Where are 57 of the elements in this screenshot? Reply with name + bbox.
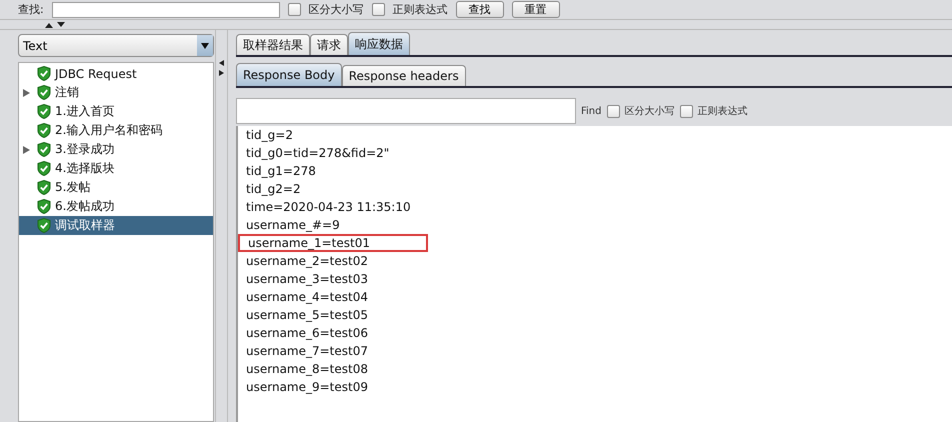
expand-icon[interactable] bbox=[23, 146, 30, 154]
response-line: username_9=test09 bbox=[245, 379, 368, 396]
collapse-arrows-icon[interactable] bbox=[219, 60, 224, 76]
tree-item[interactable]: 1.进入首页 bbox=[19, 102, 213, 121]
checkbox-label: 区分大小写 bbox=[624, 104, 674, 118]
tab[interactable]: 取样器结果 bbox=[236, 34, 310, 55]
search-label: 查找: bbox=[18, 2, 44, 17]
tab[interactable]: 请求 bbox=[310, 34, 348, 55]
response-line: username_#=9 bbox=[245, 217, 340, 234]
tree-item[interactable]: 4.选择版块 bbox=[19, 159, 213, 178]
response-line: tid_g=2 bbox=[245, 127, 293, 144]
tree-item[interactable]: 2.输入用户名和密码 bbox=[19, 121, 213, 140]
response-line: username_3=test03 bbox=[245, 271, 368, 288]
shield-check-icon bbox=[37, 66, 51, 81]
tab[interactable]: Response headers bbox=[342, 65, 466, 86]
search-field[interactable] bbox=[52, 2, 280, 18]
checkbox[interactable] bbox=[288, 3, 301, 16]
response-line: username_6=test06 bbox=[245, 325, 368, 342]
response-line: tid_g2=2 bbox=[245, 181, 301, 198]
response-line: username_7=test07 bbox=[245, 343, 368, 360]
response-line: time=2020-04-23 11:35:10 bbox=[245, 199, 411, 216]
tree-item[interactable]: 注销 bbox=[19, 83, 213, 102]
search-button[interactable]: 重置 bbox=[512, 1, 560, 18]
find-label: Find bbox=[581, 106, 602, 116]
response-line: tid_g0=tid=278&fid=2" bbox=[245, 145, 390, 162]
shield-check-icon bbox=[37, 199, 51, 214]
response-line: tid_g1=278 bbox=[245, 163, 316, 180]
shield-check-icon bbox=[37, 218, 51, 233]
tree-item[interactable]: 调试取样器 bbox=[19, 216, 213, 235]
checkbox[interactable] bbox=[680, 104, 692, 118]
shield-check-icon bbox=[37, 180, 51, 195]
find-field[interactable] bbox=[236, 98, 576, 124]
shield-check-icon bbox=[37, 161, 51, 176]
response-line: username_8=test08 bbox=[245, 361, 368, 378]
tree-item[interactable]: 6.发帖成功 bbox=[19, 197, 213, 216]
shield-check-icon bbox=[37, 142, 51, 157]
checkbox[interactable] bbox=[372, 3, 385, 16]
search-button[interactable]: 查找 bbox=[456, 1, 504, 18]
checkbox-label: 区分大小写 bbox=[308, 2, 364, 17]
splitter-arrows-icon[interactable] bbox=[45, 22, 65, 28]
tab[interactable]: 响应数据 bbox=[348, 32, 410, 55]
checkbox-label: 正则表达式 bbox=[698, 104, 748, 118]
tab[interactable]: Response Body bbox=[236, 63, 342, 86]
response-line: username_2=test02 bbox=[245, 253, 368, 270]
caret-icon bbox=[201, 42, 209, 48]
response-line: username_5=test05 bbox=[245, 307, 368, 324]
checkbox[interactable] bbox=[606, 104, 620, 118]
shield-check-icon bbox=[37, 123, 51, 138]
tree-item[interactable]: 3.登录成功 bbox=[19, 140, 213, 159]
tree-item[interactable]: 5.发帖 bbox=[19, 178, 213, 197]
view-select[interactable]: Text bbox=[18, 34, 214, 57]
response-line: username_4=test04 bbox=[245, 289, 368, 306]
expand-icon[interactable] bbox=[23, 88, 30, 96]
checkbox-label: 正则表达式 bbox=[392, 2, 448, 17]
shield-check-icon bbox=[37, 85, 51, 100]
shield-check-icon bbox=[37, 104, 51, 119]
tree-item[interactable]: JDBC Request bbox=[19, 64, 213, 83]
